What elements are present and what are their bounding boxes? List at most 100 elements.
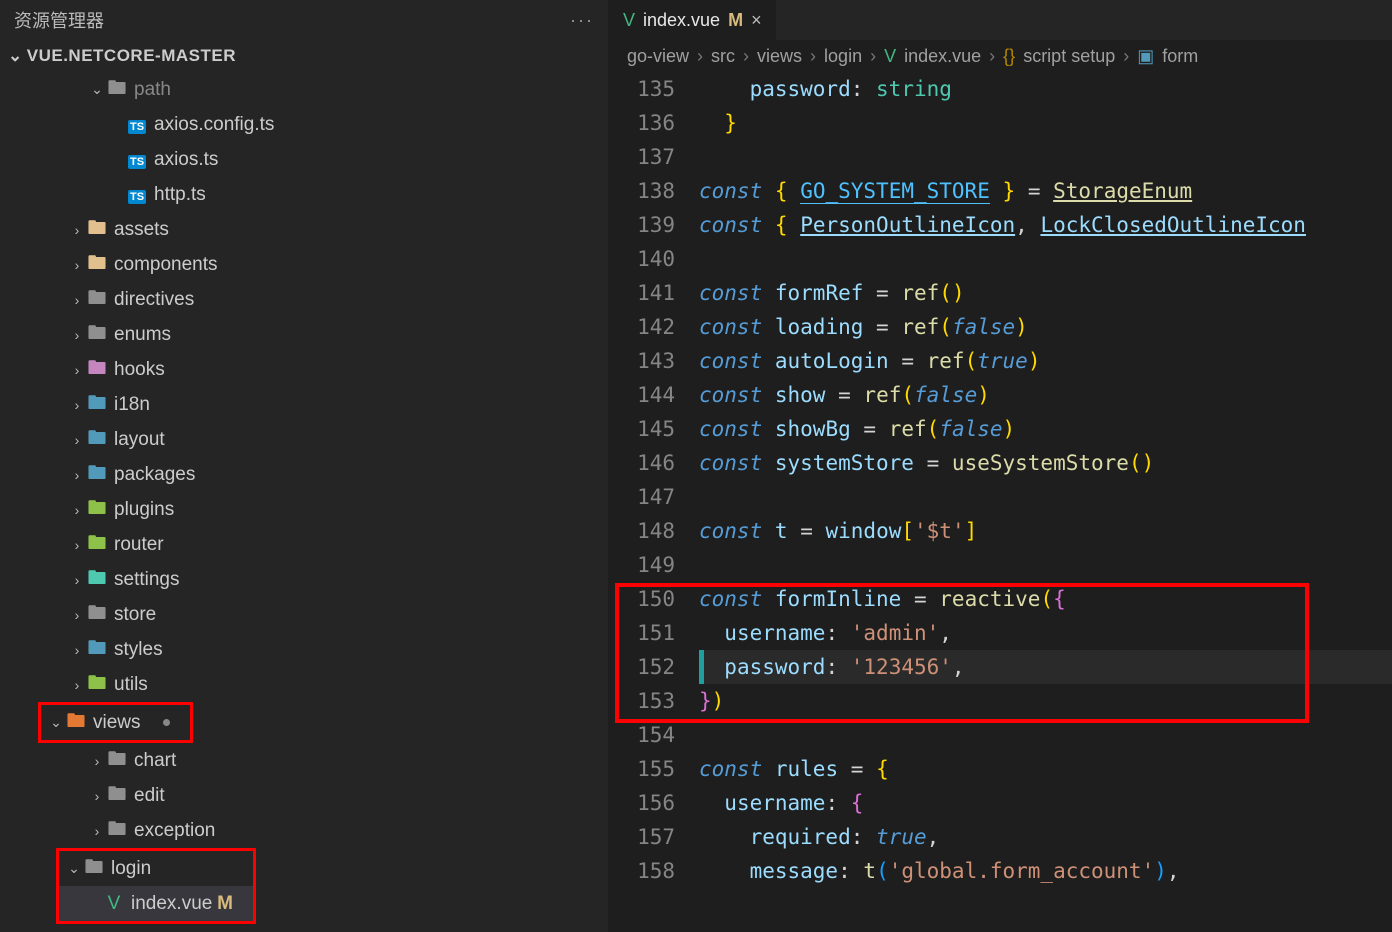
tree-item-plugins[interactable]: ›🖿plugins	[0, 492, 608, 527]
line-number: 137	[609, 140, 675, 174]
tree-item-axios-config-ts[interactable]: TSaxios.config.ts	[0, 107, 608, 142]
tree-item-directives[interactable]: ›🖿directives	[0, 282, 608, 317]
tree-item-layout[interactable]: ›🖿layout	[0, 422, 608, 457]
modified-badge: M	[728, 10, 743, 31]
code-area[interactable]: 1351361371381391401411421431441451461471…	[609, 72, 1392, 932]
folder-icon: 🖿	[106, 815, 128, 847]
breadcrumb-separator: ›	[697, 46, 703, 67]
breadcrumb: go-view›src›views›login›Vindex.vue›{}scr…	[609, 40, 1392, 72]
tree-item-settings[interactable]: ›🖿settings	[0, 562, 608, 597]
project-name: VUE.NETCORE-MASTER	[27, 46, 236, 66]
tree-item-enums[interactable]: ›🖿enums	[0, 317, 608, 352]
tree-item-views[interactable]: ⌄🖿views	[41, 705, 190, 740]
tree-item-store[interactable]: ›🖿store	[0, 597, 608, 632]
chevron-down-icon: ⌄	[65, 860, 83, 877]
unsaved-dot	[163, 719, 170, 726]
tree-item-label: path	[134, 79, 594, 101]
tree-item-exception[interactable]: ›🖿exception	[0, 813, 608, 848]
tree-item-axios-ts[interactable]: TSaxios.ts	[0, 142, 608, 177]
breadcrumb-segment[interactable]: views	[757, 46, 802, 67]
tree-item-login[interactable]: ⌄🖿login	[59, 851, 253, 886]
line-number: 135	[609, 72, 675, 106]
sidebar-title: 资源管理器	[14, 7, 104, 33]
code-line: const formInline = reactive({	[699, 582, 1392, 616]
folder-icon: 🖿	[83, 853, 105, 885]
breadcrumb-separator: ›	[1123, 46, 1129, 67]
line-number: 158	[609, 854, 675, 888]
chevron-right-icon: ›	[68, 677, 86, 693]
tree-item-styles[interactable]: ›🖿styles	[0, 632, 608, 667]
folder-icon: 🖿	[86, 249, 108, 281]
tree-item-assets[interactable]: ›🖿assets	[0, 212, 608, 247]
tree-item-i18n[interactable]: ›🖿i18n	[0, 387, 608, 422]
variable-icon: ▣	[1137, 46, 1154, 67]
folder-icon: 🖿	[86, 564, 108, 596]
folder-icon: 🖿	[86, 634, 108, 666]
typescript-icon: TS	[128, 190, 146, 204]
breadcrumb-segment[interactable]: go-view	[627, 46, 689, 67]
folder-icon: 🖿	[86, 494, 108, 526]
folder-icon: 🖿	[86, 354, 108, 386]
tree-item-label: enums	[114, 324, 594, 346]
chevron-right-icon: ›	[68, 292, 86, 308]
project-header[interactable]: ⌄ VUE.NETCORE-MASTER	[0, 40, 608, 72]
folder-icon: 🖿	[106, 780, 128, 812]
tree-item-index-vue[interactable]: Vindex.vueM	[59, 886, 253, 921]
tree-item-http-ts[interactable]: TShttp.ts	[0, 177, 608, 212]
code-line: }	[699, 106, 1392, 140]
chevron-right-icon: ›	[68, 607, 86, 623]
code-content[interactable]: password: string }const { GO_SYSTEM_STOR…	[699, 72, 1392, 932]
vue-icon: V	[884, 46, 896, 67]
chevron-right-icon: ›	[68, 502, 86, 518]
tree-item-label: assets	[114, 219, 594, 241]
code-line	[699, 548, 1392, 582]
breadcrumb-separator: ›	[989, 46, 995, 67]
file-tree: ⌄🖿pathTSaxios.config.tsTSaxios.tsTShttp.…	[0, 72, 608, 932]
folder-icon: 🖿	[86, 529, 108, 561]
line-number: 148	[609, 514, 675, 548]
code-line: password: string	[699, 72, 1392, 106]
breadcrumb-segment[interactable]: login	[824, 46, 862, 67]
breadcrumb-segment[interactable]: form	[1162, 46, 1198, 67]
tree-item-label: layout	[114, 429, 594, 451]
tree-item-edit[interactable]: ›🖿edit	[0, 778, 608, 813]
code-line: const { PersonOutlineIcon, LockClosedOut…	[699, 208, 1392, 242]
tree-item-label: exception	[134, 820, 594, 842]
close-icon[interactable]: ×	[751, 10, 762, 31]
line-number: 143	[609, 344, 675, 378]
breadcrumb-segment[interactable]: src	[711, 46, 735, 67]
tree-item-utils[interactable]: ›🖿utils	[0, 667, 608, 702]
tree-item-packages[interactable]: ›🖿packages	[0, 457, 608, 492]
chevron-right-icon: ›	[68, 327, 86, 343]
folder-icon: 🖿	[86, 599, 108, 631]
code-line: const show = ref(false)	[699, 378, 1392, 412]
breadcrumb-segment[interactable]: script setup	[1023, 46, 1115, 67]
line-number: 141	[609, 276, 675, 310]
tree-item-label: settings	[114, 569, 594, 591]
tree-item-label: styles	[114, 639, 594, 661]
line-number: 139	[609, 208, 675, 242]
sidebar-title-bar: 资源管理器 ···	[0, 0, 608, 40]
tree-item-label: chart	[134, 750, 594, 772]
more-icon[interactable]: ···	[570, 10, 594, 31]
code-line	[699, 140, 1392, 174]
code-line	[699, 480, 1392, 514]
line-number: 156	[609, 786, 675, 820]
tree-item-chart[interactable]: ›🖿chart	[0, 743, 608, 778]
tab-index-vue[interactable]: V index.vue M ×	[609, 0, 777, 40]
tree-item-components[interactable]: ›🖿components	[0, 247, 608, 282]
line-number: 142	[609, 310, 675, 344]
line-number: 157	[609, 820, 675, 854]
tree-item-label: hooks	[114, 359, 594, 381]
line-number: 153	[609, 684, 675, 718]
vue-icon: V	[103, 893, 125, 915]
line-number: 151	[609, 616, 675, 650]
tree-item-path[interactable]: ⌄🖿path	[0, 72, 608, 107]
tab-filename: index.vue	[643, 10, 720, 31]
chevron-down-icon: ⌄	[8, 46, 23, 66]
tree-item-router[interactable]: ›🖿router	[0, 527, 608, 562]
tree-item-hooks[interactable]: ›🖿hooks	[0, 352, 608, 387]
chevron-right-icon: ›	[88, 788, 106, 804]
line-number: 145	[609, 412, 675, 446]
breadcrumb-segment[interactable]: index.vue	[904, 46, 981, 67]
